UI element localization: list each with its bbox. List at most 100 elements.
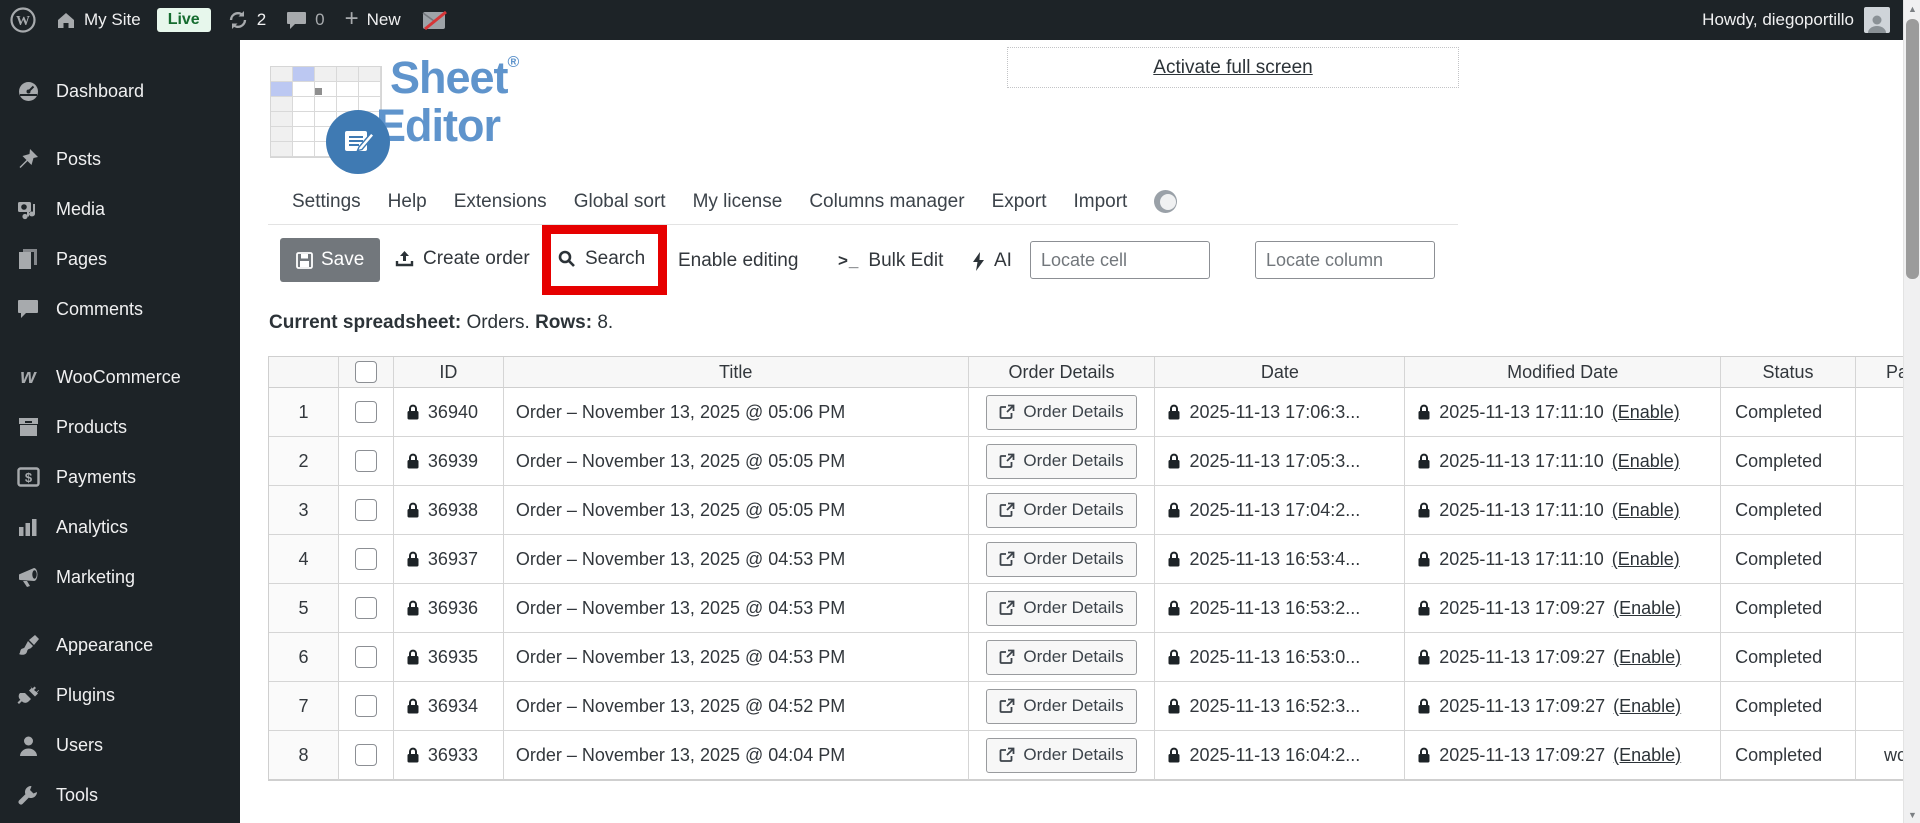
select-all-checkbox[interactable] [354, 361, 377, 383]
header-status[interactable]: Status [1721, 357, 1856, 388]
menu-settings[interactable]: Settings [292, 191, 361, 213]
modified-date-cell[interactable]: 2025-11-13 17:09:27 (Enable) [1405, 682, 1722, 731]
order-details-button[interactable]: Order Details [986, 590, 1137, 626]
mail-menu[interactable] [411, 0, 458, 40]
vertical-scrollbar[interactable]: ▲ ▼ [1903, 0, 1920, 823]
date-cell[interactable]: 2025-11-13 16:53:0... [1155, 633, 1406, 682]
enable-link[interactable]: (Enable) [1613, 745, 1681, 766]
sidebar-item-appearance[interactable]: Appearance [0, 620, 240, 670]
status-cell[interactable]: Completed [1721, 633, 1856, 682]
scroll-up-arrow[interactable]: ▲ [1904, 0, 1920, 17]
menu-extensions[interactable]: Extensions [454, 191, 547, 213]
status-cell[interactable]: Completed [1721, 535, 1856, 584]
sidebar-item-analytics[interactable]: Analytics [0, 502, 240, 552]
new-menu[interactable]: + New [335, 0, 411, 40]
title-cell[interactable]: Order – November 13, 2025 @ 05:05 PM [503, 486, 969, 535]
row-checkbox[interactable] [354, 597, 377, 619]
sidebar-item-plugins[interactable]: Plugins [0, 670, 240, 720]
date-cell[interactable]: 2025-11-13 16:52:3... [1155, 682, 1406, 731]
status-cell[interactable]: Completed [1721, 388, 1856, 437]
row-checkbox[interactable] [354, 450, 377, 472]
order-details-button[interactable]: Order Details [986, 541, 1137, 577]
sidebar-item-marketing[interactable]: Marketing [0, 552, 240, 602]
order-details-button[interactable]: Order Details [986, 688, 1137, 724]
sidebar-item-woocommerce[interactable]: w WooCommerce [0, 352, 240, 402]
status-cell[interactable]: Completed [1721, 486, 1856, 535]
row-checkbox[interactable] [354, 646, 377, 668]
sidebar-item-comments[interactable]: Comments [0, 284, 240, 334]
date-cell[interactable]: 2025-11-13 16:04:2... [1155, 731, 1406, 780]
header-date[interactable]: Date [1155, 357, 1406, 388]
id-cell[interactable]: 36935 [393, 633, 504, 682]
id-cell[interactable]: 36938 [393, 486, 504, 535]
row-number-cell[interactable]: 8 [269, 731, 339, 780]
order-details-button[interactable]: Order Details [986, 492, 1137, 528]
sidebar-item-tools[interactable]: Tools [0, 770, 240, 820]
header-title[interactable]: Title [503, 357, 969, 388]
enable-link[interactable]: (Enable) [1612, 402, 1680, 423]
row-number-cell[interactable]: 4 [269, 535, 339, 584]
sidebar-item-products[interactable]: Products [0, 402, 240, 452]
row-number-cell[interactable]: 5 [269, 584, 339, 633]
locate-cell-input[interactable] [1030, 241, 1210, 279]
modified-date-cell[interactable]: 2025-11-13 17:11:10 (Enable) [1405, 535, 1722, 584]
sidebar-item-media[interactable]: Media [0, 184, 240, 234]
modified-date-cell[interactable]: 2025-11-13 17:11:10 (Enable) [1405, 437, 1722, 486]
ai-button[interactable]: AI [972, 250, 1012, 272]
row-checkbox[interactable] [354, 401, 377, 423]
id-cell[interactable]: 36934 [393, 682, 504, 731]
id-cell[interactable]: 36940 [393, 388, 504, 437]
menu-help[interactable]: Help [388, 191, 427, 213]
row-checkbox[interactable] [354, 548, 377, 570]
date-cell[interactable]: 2025-11-13 17:04:2... [1155, 486, 1406, 535]
sidebar-item-users[interactable]: Users [0, 720, 240, 770]
scrollbar-thumb[interactable] [1906, 19, 1919, 279]
header-order-details[interactable]: Order Details [968, 357, 1156, 388]
menu-global-sort[interactable]: Global sort [574, 191, 666, 213]
title-cell[interactable]: Order – November 13, 2025 @ 05:05 PM [503, 437, 969, 486]
order-details-button[interactable]: Order Details [986, 737, 1137, 773]
row-number-cell[interactable]: 6 [269, 633, 339, 682]
title-cell[interactable]: Order – November 13, 2025 @ 04:53 PM [503, 584, 969, 633]
row-checkbox[interactable] [354, 499, 377, 521]
enable-link[interactable]: (Enable) [1613, 647, 1681, 668]
row-number-cell[interactable]: 2 [269, 437, 339, 486]
sidebar-item-payments[interactable]: $ Payments [0, 452, 240, 502]
modified-date-cell[interactable]: 2025-11-13 17:11:10 (Enable) [1405, 388, 1722, 437]
row-number-cell[interactable]: 7 [269, 682, 339, 731]
menu-columns-manager[interactable]: Columns manager [809, 191, 964, 213]
order-details-button[interactable]: Order Details [986, 443, 1137, 479]
title-cell[interactable]: Order – November 13, 2025 @ 04:53 PM [503, 535, 969, 584]
locate-column-input[interactable] [1255, 241, 1435, 279]
header-modified-date[interactable]: Modified Date [1405, 357, 1722, 388]
row-checkbox[interactable] [354, 744, 377, 766]
order-details-button[interactable]: Order Details [986, 639, 1137, 675]
save-button[interactable]: Save [280, 238, 381, 282]
site-menu[interactable]: My Site [46, 0, 151, 40]
status-cell[interactable]: Completed [1721, 682, 1856, 731]
title-cell[interactable]: Order – November 13, 2025 @ 04:04 PM [503, 731, 969, 780]
modified-date-cell[interactable]: 2025-11-13 17:09:27 (Enable) [1405, 731, 1722, 780]
id-cell[interactable]: 36939 [393, 437, 504, 486]
title-cell[interactable]: Order – November 13, 2025 @ 04:52 PM [503, 682, 969, 731]
row-number-cell[interactable]: 3 [269, 486, 339, 535]
wordpress-menu[interactable]: W [0, 0, 46, 40]
sidebar-item-dashboard[interactable]: Dashboard [0, 66, 240, 116]
modified-date-cell[interactable]: 2025-11-13 17:09:27 (Enable) [1405, 633, 1722, 682]
enable-link[interactable]: (Enable) [1613, 696, 1681, 717]
account-menu[interactable]: Howdy, diegoportillo [1702, 7, 1920, 33]
enable-link[interactable]: (Enable) [1612, 451, 1680, 472]
date-cell[interactable]: 2025-11-13 17:05:3... [1155, 437, 1406, 486]
title-cell[interactable]: Order – November 13, 2025 @ 05:06 PM [503, 388, 969, 437]
title-cell[interactable]: Order – November 13, 2025 @ 04:53 PM [503, 633, 969, 682]
status-cell[interactable]: Completed [1721, 731, 1856, 780]
menu-my-license[interactable]: My license [693, 191, 783, 213]
enable-link[interactable]: (Enable) [1613, 598, 1681, 619]
activate-fullscreen-link[interactable]: Activate full screen [1153, 57, 1312, 79]
id-cell[interactable]: 36936 [393, 584, 504, 633]
comments-menu[interactable]: 0 [276, 0, 334, 40]
header-id[interactable]: ID [393, 357, 504, 388]
scroll-down-arrow[interactable]: ▼ [1904, 806, 1920, 823]
create-order-button[interactable]: Create order [395, 248, 530, 270]
enable-link[interactable]: (Enable) [1612, 549, 1680, 570]
